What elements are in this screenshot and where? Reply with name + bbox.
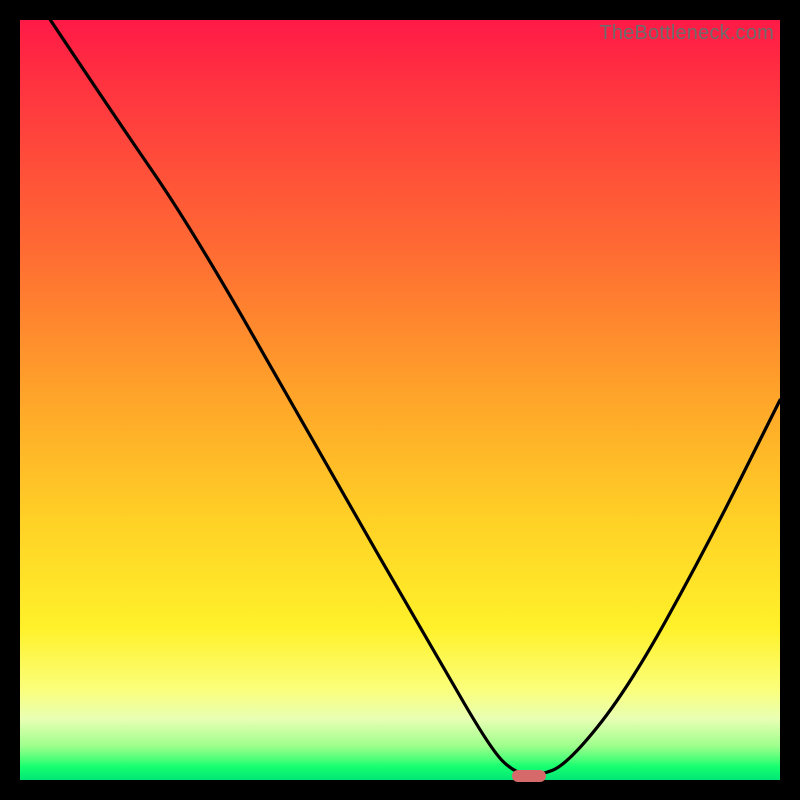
plot-area — [20, 20, 780, 780]
background-gradient — [20, 20, 780, 780]
watermark-text: TheBottleneck.com — [599, 22, 774, 45]
chart-frame: TheBottleneck.com — [20, 20, 780, 780]
optimum-marker — [512, 770, 546, 782]
